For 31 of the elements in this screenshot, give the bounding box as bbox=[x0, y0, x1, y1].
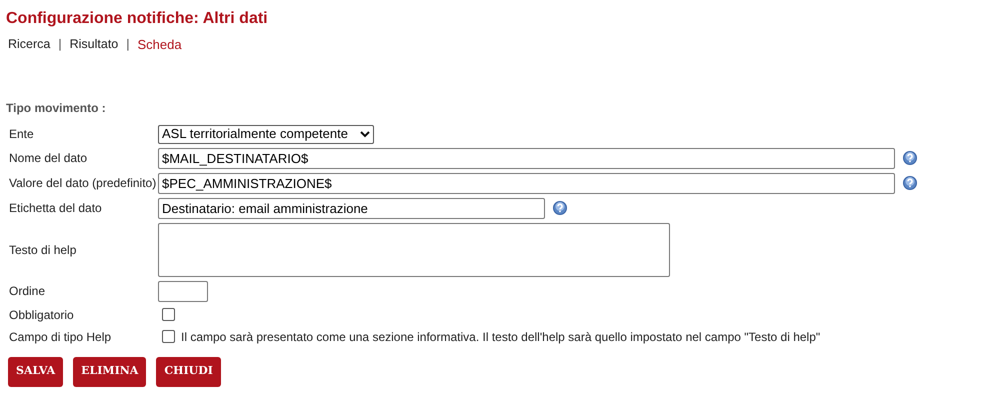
dropdown[interactable]: ASL territorialmente competente bbox=[158, 124, 374, 144]
input-field[interactable] bbox=[158, 280, 208, 302]
checkbox[interactable] bbox=[162, 330, 175, 343]
field-label: Ente bbox=[8, 126, 35, 143]
separator: | bbox=[126, 36, 130, 54]
field-label: Campo di tipo Help bbox=[8, 328, 112, 346]
help-icon[interactable] bbox=[553, 201, 567, 215]
checkbox[interactable] bbox=[162, 308, 175, 321]
input-field[interactable]: $MAIL_DESTINATARIO$ bbox=[158, 148, 895, 168]
breadcrumb-link[interactable]: Ricerca bbox=[8, 35, 50, 54]
help-icon[interactable] bbox=[903, 176, 917, 190]
field-label: Nome del dato bbox=[8, 150, 88, 167]
field-label: Ordine bbox=[8, 283, 46, 300]
help-note: Il campo sarà presentato come una sezione informativa. Il testo dell'help sarà quello impostato nel campo "Testo di help" bbox=[181, 328, 820, 346]
breadcrumb-link[interactable]: Risultato bbox=[70, 35, 118, 54]
separator: | bbox=[58, 36, 62, 54]
input-field[interactable]: Destinatario: email amministrazione bbox=[158, 198, 545, 218]
field-label: Valore del dato (predefinito) bbox=[8, 175, 158, 192]
action-button[interactable]: SALVA bbox=[8, 356, 64, 386]
action-button[interactable]: CHIUDI bbox=[156, 356, 221, 386]
breadcrumb-link[interactable]: Scheda bbox=[138, 35, 182, 54]
field-label: Obbligatorio bbox=[8, 306, 75, 324]
action-button[interactable]: ELIMINA bbox=[73, 356, 146, 386]
input-field[interactable]: $PEC_AMMINISTRAZIONE$ bbox=[158, 172, 895, 194]
text-area[interactable] bbox=[158, 222, 670, 276]
page-title: Configurazione notifiche: Altri dati bbox=[6, 9, 269, 29]
section-label: Tipo movimento : bbox=[6, 100, 107, 116]
help-icon[interactable] bbox=[903, 151, 917, 165]
field-label: Testo di help bbox=[8, 242, 78, 258]
caret-icon bbox=[360, 130, 370, 138]
field-label: Etichetta del dato bbox=[8, 200, 103, 217]
